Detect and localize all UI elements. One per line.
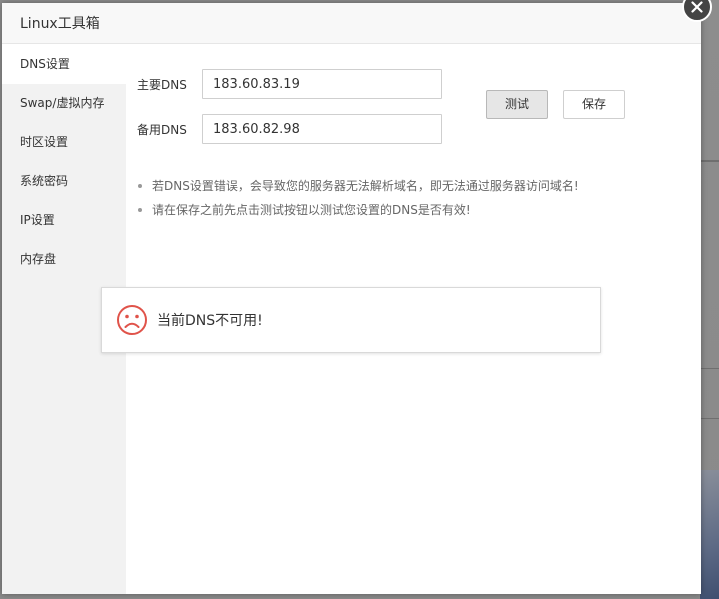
backdrop-divider <box>700 368 719 369</box>
sidebar-item-timezone[interactable]: 时区设置 <box>2 123 126 162</box>
sad-face-icon <box>117 305 147 335</box>
linux-toolbox-dialog: Linux工具箱 DNS设置 Swap/虚拟内存 时区设置 系统密码 IP设置 … <box>2 3 701 594</box>
dialog-title: Linux工具箱 <box>20 16 100 32</box>
secondary-dns-row: 备用DNS <box>137 114 442 144</box>
tip-item: 请在保存之前先点击测试按钮以测试您设置的DNS是否有效! <box>138 198 579 222</box>
tips-list: 若DNS设置错误，会导致您的服务器无法解析域名，即无法通过服务器访问域名! 请在… <box>138 174 579 222</box>
dialog-body: DNS设置 Swap/虚拟内存 时区设置 系统密码 IP设置 内存盘 主要DNS… <box>2 45 701 594</box>
backdrop-divider <box>700 160 719 162</box>
sidebar-item-ip[interactable]: IP设置 <box>2 201 126 240</box>
tip-item: 若DNS设置错误，会导致您的服务器无法解析域名，即无法通过服务器访问域名! <box>138 174 579 198</box>
test-button[interactable]: 测试 <box>486 90 548 119</box>
secondary-dns-input[interactable] <box>202 114 442 144</box>
primary-dns-input[interactable] <box>202 69 442 99</box>
backdrop-divider <box>700 418 719 419</box>
sidebar-item-ramdisk[interactable]: 内存盘 <box>2 240 126 279</box>
close-icon <box>691 1 703 13</box>
error-toast: 当前DNS不可用! <box>101 287 601 353</box>
backdrop-graphic <box>700 470 719 599</box>
secondary-dns-label: 备用DNS <box>137 122 187 137</box>
sidebar-item-swap[interactable]: Swap/虚拟内存 <box>2 84 126 123</box>
dialog-header: Linux工具箱 <box>2 3 701 44</box>
sidebar-item-password[interactable]: 系统密码 <box>2 162 126 201</box>
toast-message: 当前DNS不可用! <box>157 313 263 329</box>
sidebar-item-dns[interactable]: DNS设置 <box>2 45 126 84</box>
primary-dns-label: 主要DNS <box>137 77 187 92</box>
save-button[interactable]: 保存 <box>563 90 625 119</box>
primary-dns-row: 主要DNS <box>137 69 442 99</box>
